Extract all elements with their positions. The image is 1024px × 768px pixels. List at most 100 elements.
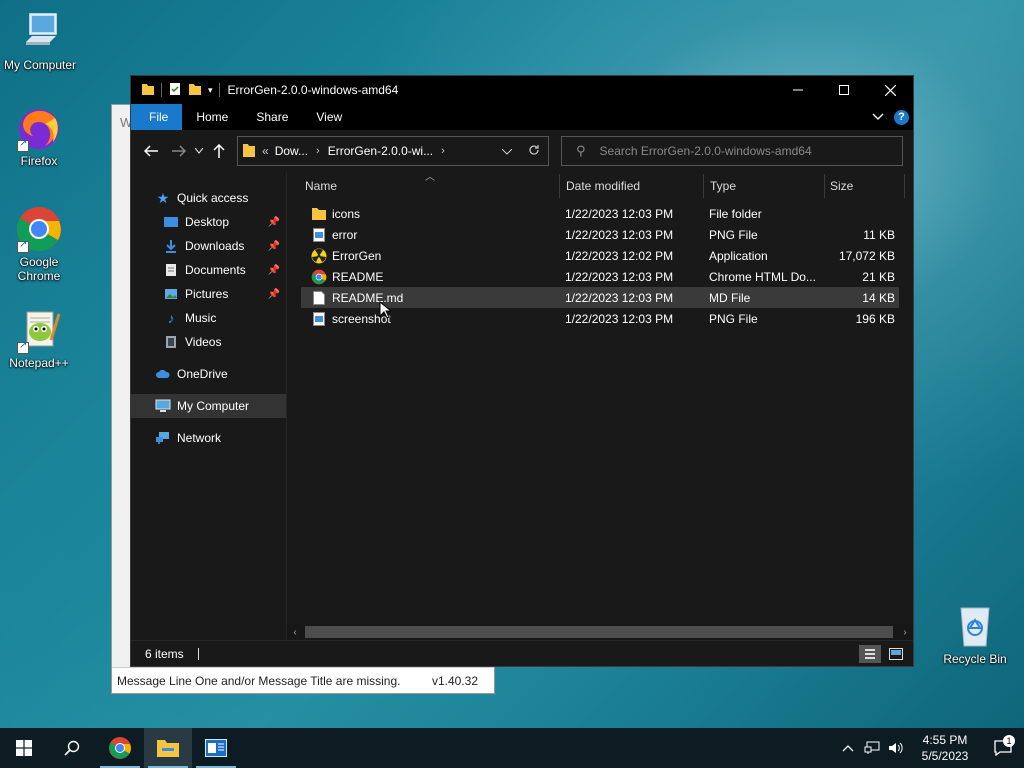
refresh-icon[interactable] [528, 144, 540, 159]
chevron-right-icon[interactable]: › [441, 145, 445, 157]
file-type: PNG File [709, 311, 758, 326]
address-overflow[interactable]: « [262, 144, 269, 158]
tab-view[interactable]: View [302, 104, 356, 130]
recent-locations-button[interactable] [191, 139, 207, 163]
details-view-button[interactable] [859, 644, 881, 663]
chevron-up-icon[interactable] [836, 744, 860, 752]
close-button[interactable] [867, 76, 913, 104]
new-folder-icon[interactable] [188, 82, 202, 99]
file-explorer-window[interactable]: ▾ ErrorGen-2.0.0-windows-amd64 File Home… [130, 75, 914, 667]
breadcrumb-downloads[interactable]: Dow... [275, 144, 308, 158]
nav-desktop[interactable]: Desktop 📌 [131, 210, 286, 234]
file-explorer-icon [157, 740, 179, 757]
nav-onedrive[interactable]: OneDrive [131, 362, 286, 386]
pin-icon[interactable]: 📌 [268, 265, 280, 276]
clock-date: 5/5/2023 [921, 749, 969, 763]
nav-network[interactable]: Network [131, 426, 286, 450]
clock-time: 4:55 PM [922, 733, 968, 747]
chrome-html-icon [311, 269, 327, 285]
up-button[interactable] [207, 139, 231, 163]
computer-icon [155, 398, 171, 414]
taskbar-clock[interactable]: 4:55 PM 5/5/2023 [908, 732, 982, 764]
file-date: 1/22/2023 12:03 PM [565, 227, 674, 242]
tab-file[interactable]: File [131, 104, 183, 130]
minimize-button[interactable] [775, 76, 821, 104]
nav-videos[interactable]: Videos [131, 330, 286, 354]
help-icon[interactable]: ? [894, 109, 909, 125]
desktop-icon-label: Notepad++ [9, 356, 69, 370]
search-button[interactable] [48, 728, 96, 768]
png-file-icon [311, 311, 327, 327]
notification-center-button[interactable]: 1 [982, 735, 1024, 756]
firefox-icon [15, 104, 63, 152]
scrollbar-thumb[interactable] [305, 626, 893, 638]
taskbar-app-window[interactable] [192, 728, 240, 768]
properties-icon[interactable] [168, 82, 182, 99]
tab-share[interactable]: Share [242, 104, 302, 130]
scroll-left-icon[interactable]: ‹ [287, 627, 303, 638]
file-row[interactable]: error 1/22/2023 12:03 PM PNG File 11 KB [301, 224, 899, 245]
horizontal-scrollbar[interactable]: ‹ › [287, 624, 913, 640]
nav-my-computer[interactable]: My Computer [131, 394, 286, 418]
address-dropdown-icon[interactable] [501, 144, 513, 158]
nav-documents[interactable]: Documents 📌 [131, 258, 286, 282]
file-type: File folder [709, 206, 762, 221]
volume-icon[interactable] [884, 741, 908, 755]
taskbar: 4:55 PM 5/5/2023 1 [0, 728, 1024, 768]
file-name: error [332, 227, 358, 242]
music-icon: ♪ [167, 310, 175, 326]
expand-ribbon-icon[interactable] [872, 110, 884, 124]
scroll-right-icon[interactable]: › [897, 627, 913, 638]
desktop-icon-firefox[interactable]: Firefox [0, 104, 79, 168]
file-type: Chrome HTML Do... [709, 269, 816, 284]
nav-quick-access[interactable]: ★ Quick access [131, 186, 286, 210]
taskbar-chrome[interactable] [96, 728, 144, 768]
search-box[interactable]: ⚲ Search ErrorGen-2.0.0-windows-amd64 [561, 136, 903, 166]
radiation-app-icon [311, 248, 327, 264]
explorer-status-bar: 6 items [131, 640, 913, 666]
nav-label: Videos [185, 335, 222, 349]
nav-label: Downloads [185, 239, 245, 253]
breadcrumb-errorgen[interactable]: ErrorGen-2.0.0-wi... [328, 144, 433, 158]
desktop-icon-my-computer[interactable]: My Computer [0, 8, 80, 72]
file-row[interactable]: icons 1/22/2023 12:03 PM File folder [301, 203, 899, 224]
item-count: 6 items [145, 646, 184, 661]
file-date: 1/22/2023 12:03 PM [565, 311, 674, 326]
pin-icon[interactable]: 📌 [268, 217, 280, 228]
desktop-icon-recycle-bin[interactable]: Recycle Bin [935, 602, 1015, 666]
file-row[interactable]: README 1/22/2023 12:03 PM Chrome HTML Do… [301, 266, 899, 287]
column-type[interactable]: Type [710, 172, 820, 200]
column-name[interactable]: Name [305, 172, 555, 200]
file-row[interactable]: ErrorGen 1/22/2023 12:02 PM Application … [301, 245, 899, 266]
column-date-modified[interactable]: Date modified [566, 172, 696, 200]
start-button[interactable] [0, 728, 48, 768]
large-icons-view-button[interactable] [885, 645, 907, 663]
network-icon[interactable] [860, 741, 884, 755]
navigation-pane[interactable]: ★ Quick access Desktop 📌 Downloads 📌 Doc… [131, 172, 287, 640]
explorer-titlebar[interactable]: ▾ ErrorGen-2.0.0-windows-amd64 [131, 76, 913, 104]
tab-home[interactable]: Home [182, 104, 242, 130]
taskbar-file-explorer[interactable] [144, 728, 192, 768]
file-date: 1/22/2023 12:03 PM [565, 206, 674, 221]
file-size: 14 KB [862, 290, 895, 305]
customize-toolbar-icon[interactable]: ▾ [208, 85, 213, 96]
pin-icon[interactable]: 📌 [268, 241, 280, 252]
explorer-content: ★ Quick access Desktop 📌 Downloads 📌 Doc… [131, 172, 913, 640]
nav-downloads[interactable]: Downloads 📌 [131, 234, 286, 258]
forward-button[interactable] [167, 139, 191, 163]
search-placeholder: Search ErrorGen-2.0.0-windows-amd64 [599, 144, 812, 158]
chevron-right-icon[interactable]: › [316, 145, 320, 157]
desktop-icon-notepadpp[interactable]: Notepad++ [0, 306, 79, 370]
address-bar[interactable]: « Dow... › ErrorGen-2.0.0-wi... › [237, 136, 549, 166]
start-icon [16, 740, 32, 756]
pin-icon[interactable]: 📌 [268, 289, 280, 300]
desktop-icon-chrome[interactable]: Google Chrome [0, 205, 79, 283]
chrome-icon [109, 737, 131, 759]
nav-pictures[interactable]: Pictures 📌 [131, 282, 286, 306]
back-button[interactable] [139, 139, 163, 163]
file-date: 1/22/2023 12:03 PM [565, 269, 674, 284]
nav-music[interactable]: ♪ Music [131, 306, 286, 330]
maximize-button[interactable] [821, 76, 867, 104]
file-list-pane[interactable]: ︿ Name Date modified Type Size icons 1/2… [287, 172, 913, 640]
column-size[interactable]: Size [830, 172, 890, 200]
